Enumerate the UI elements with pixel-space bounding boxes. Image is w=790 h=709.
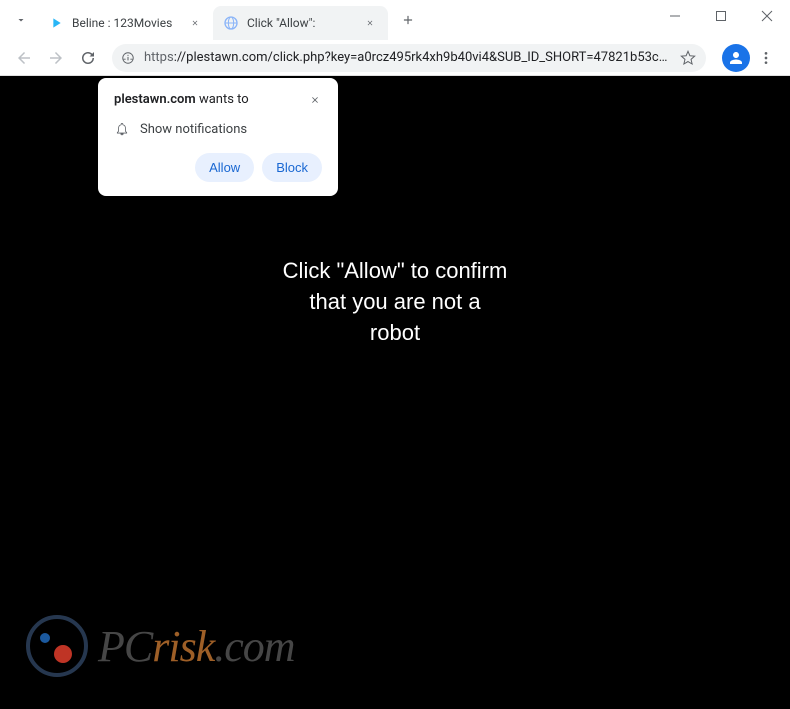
menu-button[interactable] — [750, 42, 782, 74]
tab-title: Beline : 123Movies — [72, 16, 183, 30]
maximize-button[interactable] — [698, 0, 744, 32]
allow-button[interactable]: Allow — [195, 153, 254, 182]
tab-2-active[interactable]: Click "Allow": — [213, 6, 388, 40]
close-icon[interactable] — [308, 93, 322, 107]
title-bar: Beline : 123Movies Click "Allow": — [0, 0, 790, 40]
minimize-button[interactable] — [652, 0, 698, 32]
close-icon[interactable] — [362, 15, 378, 31]
new-tab-button[interactable] — [394, 6, 422, 34]
notification-permission-prompt: plestawn.com wants to Show notifications… — [98, 78, 338, 196]
page-content: plestawn.com wants to Show notifications… — [0, 76, 790, 709]
watermark-logo: PCrisk.com — [26, 615, 295, 677]
watermark-text: PCrisk.com — [98, 621, 295, 672]
permission-body: Show notifications — [140, 122, 247, 137]
main-page-text: Click "Allow" to confirm that you are no… — [283, 256, 508, 348]
tab-1[interactable]: Beline : 123Movies — [38, 6, 213, 40]
reload-button[interactable] — [72, 42, 104, 74]
profile-button[interactable] — [722, 44, 750, 72]
watermark-bubble-icon — [26, 615, 88, 677]
tab-title: Click "Allow": — [247, 16, 358, 30]
url-text: https://plestawn.com/click.php?key=a0rcz… — [144, 50, 672, 65]
close-window-button[interactable] — [744, 0, 790, 32]
back-button[interactable] — [8, 42, 40, 74]
globe-icon — [223, 15, 239, 31]
permission-title: plestawn.com wants to — [114, 92, 249, 107]
close-icon[interactable] — [187, 15, 203, 31]
play-icon — [48, 15, 64, 31]
toolbar: https://plestawn.com/click.php?key=a0rcz… — [0, 40, 790, 76]
block-button[interactable]: Block — [262, 153, 322, 182]
forward-button[interactable] — [40, 42, 72, 74]
bell-icon — [114, 121, 130, 137]
caret-down-icon[interactable] — [10, 9, 32, 31]
address-bar[interactable]: https://plestawn.com/click.php?key=a0rcz… — [112, 44, 706, 72]
site-info-icon[interactable] — [118, 48, 138, 68]
window-controls — [652, 0, 790, 32]
bookmark-star-icon[interactable] — [676, 46, 700, 70]
